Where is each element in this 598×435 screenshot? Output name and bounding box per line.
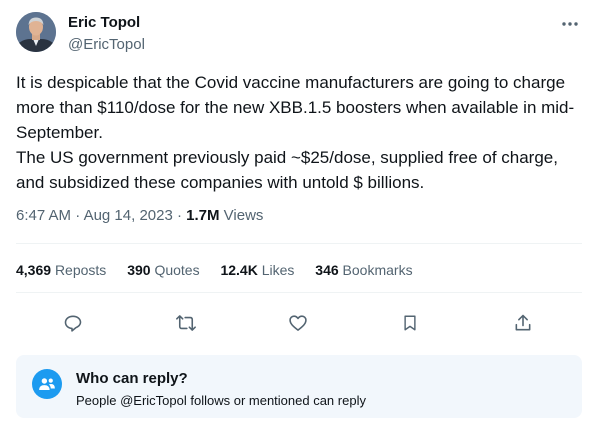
views-count: 1.7M — [186, 207, 220, 224]
reply-settings-title: Who can reply? — [76, 370, 188, 387]
more-options-button[interactable] — [558, 14, 582, 34]
engagement-stats: 4,369 Reposts 390 Quotes 12.4K Likes 346… — [16, 262, 430, 278]
bookmark-button[interactable] — [393, 306, 427, 340]
stat-reposts[interactable]: 4,369 Reposts — [16, 262, 106, 278]
stat-count: 12.4K — [220, 262, 258, 278]
tweet-meta: 6:47 AM · Aug 14, 2023 · 1.7M Views — [16, 207, 263, 224]
tweet-time[interactable]: 6:47 AM — [16, 207, 71, 224]
like-button[interactable] — [281, 306, 315, 340]
divider — [16, 292, 582, 293]
tweet-paragraph: It is despicable that the Covid vaccine … — [16, 73, 575, 142]
stat-label: Likes — [261, 262, 295, 278]
reply-button[interactable] — [56, 306, 90, 340]
views-label: Views — [219, 207, 264, 224]
retweet-button[interactable] — [169, 306, 203, 340]
divider — [16, 243, 582, 244]
stat-bookmarks[interactable]: 346 Bookmarks — [315, 262, 412, 278]
avatar[interactable] — [16, 12, 56, 52]
retweet-icon — [176, 315, 196, 331]
reply-icon — [64, 315, 82, 332]
author-name[interactable]: Eric Topol — [68, 14, 140, 31]
stat-count: 4,369 — [16, 262, 52, 278]
tweet-text: It is despicable that the Covid vaccine … — [16, 70, 582, 195]
tweet-date[interactable]: Aug 14, 2023 — [84, 207, 173, 224]
author-handle[interactable]: @EricTopol — [68, 36, 145, 53]
stat-quotes[interactable]: 390 Quotes — [127, 262, 199, 278]
who-can-reply-panel: Who can reply? People @EricTopol follows… — [16, 355, 582, 418]
tweet-header: Eric Topol @EricTopol — [16, 12, 582, 56]
action-bar — [16, 300, 582, 340]
share-button[interactable] — [506, 306, 540, 340]
stat-likes[interactable]: 12.4K Likes — [220, 262, 294, 278]
share-icon — [515, 314, 531, 331]
meta-separator: · — [172, 207, 187, 224]
people-icon — [32, 369, 62, 399]
like-icon — [289, 315, 307, 331]
more-icon — [562, 22, 578, 26]
stat-count: 346 — [315, 262, 339, 278]
stat-count: 390 — [127, 262, 151, 278]
stat-label: Bookmarks — [342, 262, 413, 278]
tweet-paragraph: The US government previously paid ~$25/d… — [16, 148, 558, 192]
stat-label: Reposts — [54, 262, 107, 278]
stat-label: Quotes — [154, 262, 200, 278]
reply-settings-description: People @EricTopol follows or mentioned c… — [76, 393, 366, 408]
bookmark-icon — [404, 315, 416, 331]
avatar-image — [16, 12, 56, 52]
meta-separator: · — [71, 207, 84, 224]
